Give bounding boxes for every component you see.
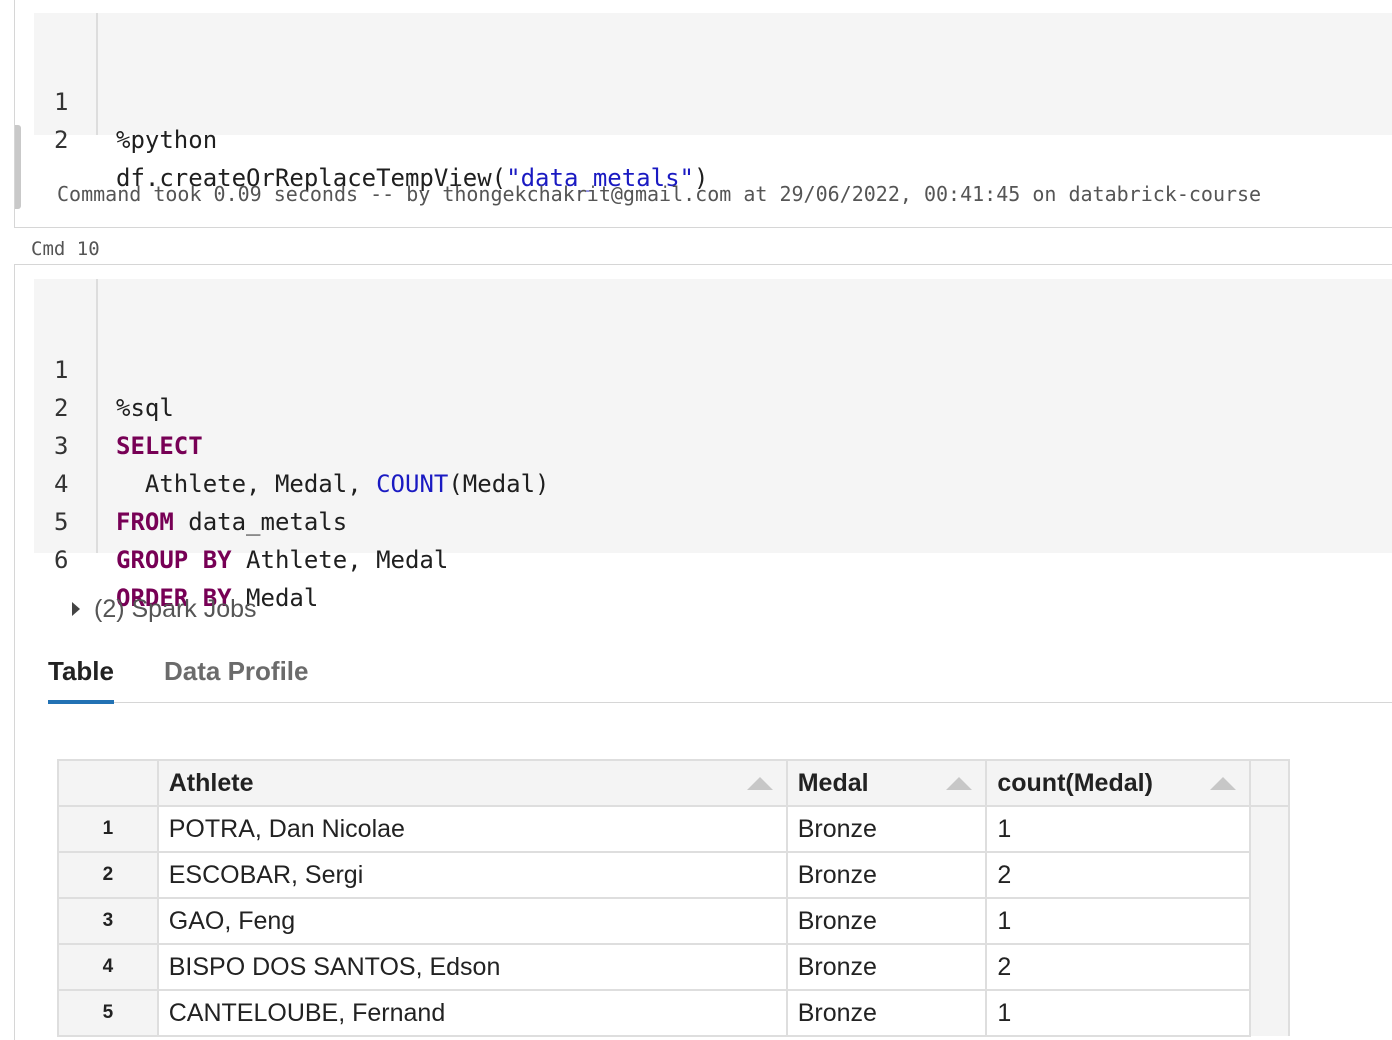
cell-athlete: CANTELOUBE, Fernand xyxy=(156,989,788,1037)
code-line: 2 SELECT xyxy=(34,351,203,460)
cell-selection-marker xyxy=(15,125,21,209)
row-index-header xyxy=(57,759,159,807)
row-index: 5 xyxy=(57,989,159,1037)
result-tabs: Table Data Profile xyxy=(48,650,1392,704)
row-index: 4 xyxy=(57,943,159,991)
sort-ascending-icon[interactable] xyxy=(946,777,973,790)
code-line: 3 Athlete, Medal, COUNT(Medal) xyxy=(34,389,550,498)
table-row: 1 POTRA, Dan Nicolae Bronze 1 xyxy=(57,805,1290,853)
table-row: 2 ESCOBAR, Sergi Bronze 2 xyxy=(57,851,1290,899)
line-number: 2 xyxy=(54,126,69,154)
table-row: 5 CANTELOUBE, Fernand Bronze 1 xyxy=(57,989,1290,1037)
code-line: 5 GROUP BY Athlete, Medal xyxy=(34,465,448,574)
tab-data-profile[interactable]: Data Profile xyxy=(164,650,309,700)
cell-athlete: BISPO DOS SANTOS, Edson xyxy=(156,943,788,991)
python-cell[interactable]: 1 %python 2 df.createOrReplaceTempView("… xyxy=(14,0,1392,228)
table-filler xyxy=(1249,990,1290,1036)
cell-medal: Bronze xyxy=(785,989,988,1037)
sort-ascending-icon[interactable] xyxy=(1210,777,1237,790)
row-index: 2 xyxy=(57,851,159,899)
cell-count: 2 xyxy=(985,943,1252,991)
code-line: 1 %python xyxy=(34,45,217,154)
results-table: Athlete Medal count(Medal) 1 POTRA, Dan … xyxy=(57,759,1290,1037)
code-line: 1 %sql xyxy=(34,313,174,422)
cell-medal: Bronze xyxy=(785,805,988,853)
table-filler xyxy=(1249,852,1290,898)
row-index: 3 xyxy=(57,897,159,945)
cell-athlete: GAO, Feng xyxy=(156,897,788,945)
cell-count: 1 xyxy=(985,897,1252,945)
spark-jobs-toggle[interactable]: (2) Spark Jobs xyxy=(72,594,257,624)
code-text: Athlete, Medal, COUNT(Medal) xyxy=(116,470,550,498)
cell-count: 1 xyxy=(985,805,1252,853)
code-line: 4 FROM data_metals xyxy=(34,427,347,536)
spark-jobs-label: (2) Spark Jobs xyxy=(94,594,257,623)
code-text: GROUP BY Athlete, Medal xyxy=(116,546,449,574)
column-header-athlete[interactable]: Athlete xyxy=(156,759,788,807)
table-filler xyxy=(1249,759,1290,807)
code-editor[interactable]: 1 %python 2 df.createOrReplaceTempView("… xyxy=(34,13,1392,192)
cell-athlete: ESCOBAR, Sergi xyxy=(156,851,788,899)
table-row: 4 BISPO DOS SANTOS, Edson Bronze 2 xyxy=(57,943,1290,991)
code-line: 6 ORDER BY Medal xyxy=(34,503,318,612)
line-number: 6 xyxy=(54,546,69,574)
cell-count: 1 xyxy=(985,989,1252,1037)
column-header-count[interactable]: count(Medal) xyxy=(985,759,1252,807)
table-filler xyxy=(1249,806,1290,852)
cell-medal: Bronze xyxy=(785,943,988,991)
table-filler xyxy=(1249,944,1290,990)
table-filler xyxy=(1249,898,1290,944)
code-editor[interactable]: 1 %sql 2 SELECT 3 Athlete, Medal, COUNT(… xyxy=(34,279,1392,612)
cell-count: 2 xyxy=(985,851,1252,899)
caret-right-icon xyxy=(72,602,80,616)
sql-function: COUNT xyxy=(376,470,449,498)
table-header-row: Athlete Medal count(Medal) xyxy=(57,759,1290,807)
cell-athlete: POTRA, Dan Nicolae xyxy=(156,805,788,853)
code-line: 2 df.createOrReplaceTempView("data_metal… xyxy=(34,83,708,192)
cmd-label: Cmd 10 xyxy=(31,238,100,260)
sort-ascending-icon[interactable] xyxy=(746,777,773,790)
cell-medal: Bronze xyxy=(785,897,988,945)
table-row: 3 GAO, Feng Bronze 1 xyxy=(57,897,1290,945)
notebook-page: 1 %python 2 df.createOrReplaceTempView("… xyxy=(0,0,1392,1040)
row-index: 1 xyxy=(57,805,159,853)
cell-medal: Bronze xyxy=(785,851,988,899)
command-took-status: Command took 0.09 seconds -- by thongekc… xyxy=(57,182,1262,206)
column-header-medal[interactable]: Medal xyxy=(785,759,988,807)
tab-table[interactable]: Table xyxy=(48,650,114,704)
code-text: FROM data_metals xyxy=(116,508,348,536)
